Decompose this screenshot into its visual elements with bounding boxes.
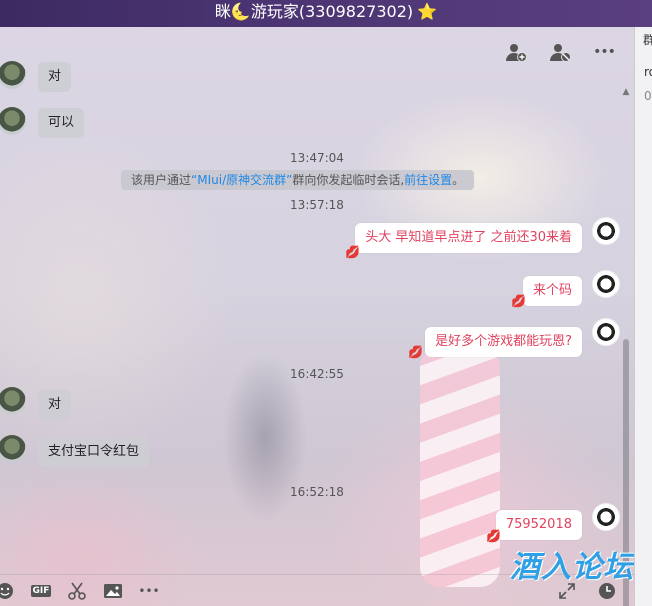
message-bubble: 对 [38,390,72,420]
message-bubble: 头大 早知道早点进了 之前还30来着 [355,223,582,253]
scroll-up-icon[interactable]: ▲ [620,87,632,99]
timestamp: 13:47:04 [290,151,344,165]
window-title: 眯🌜游玩家(3309827302) ⭐ [0,0,652,27]
timestamp: 16:52:18 [290,485,344,499]
notice-text: 群向你发起临时会话, [292,173,405,187]
title-bar: 眯🌜游玩家(3309827302) ⭐ [0,0,652,27]
side-panel-text: ro [644,65,652,79]
chat-actions: ••• [504,41,616,63]
chat-area: ••• 对 可以 13:47:04 该用户通过“MIui/原神交流群”群向你发起… [0,27,634,606]
side-panel-text: 0- [644,89,652,103]
message-bubble: 对 [38,62,72,92]
gif-label: GIF [30,585,52,597]
gif-icon[interactable]: GIF [30,581,52,601]
message-bubble: 来个码 [522,276,582,306]
star-icon: ⭐ [417,2,438,21]
emoji-icon[interactable] [0,581,16,601]
person-add-icon[interactable] [504,41,528,63]
avatar[interactable] [592,503,620,531]
message-bubble: 是好多个游戏都能玩恩? [425,327,582,357]
side-panel: 群 ro 0- [634,27,652,606]
settings-link[interactable]: 前往设置 [404,173,452,187]
expand-icon[interactable] [556,581,578,601]
clock-icon[interactable] [596,581,618,601]
background-decoration [420,347,500,587]
person-block-icon[interactable] [548,41,572,63]
avatar[interactable] [0,435,26,463]
message-bubble: 支付宝口令红包 [38,437,150,467]
notice-text: 该用户通过 [131,173,192,187]
window-title-text: 眯🌜游玩家(3309827302) [214,2,414,21]
avatar[interactable] [0,387,26,415]
background-decoration [205,287,325,587]
lips-icon: 💋 [408,345,423,359]
scissors-icon[interactable] [66,581,88,601]
lips-icon: 💋 [345,245,360,259]
message-bubble: 可以 [38,108,85,138]
lips-icon: 💋 [486,529,501,543]
image-icon[interactable] [102,581,124,601]
message-bubble: 75952018 [495,510,582,540]
chat-scrollbar[interactable]: ▲ [620,87,632,606]
side-panel-text: 群 [643,31,652,48]
system-notice: 该用户通过“MIui/原神交流群”群向你发起临时会话,前往设置。 [121,170,475,190]
avatar[interactable] [592,270,620,298]
avatar[interactable] [0,107,26,135]
timestamp: 16:42:55 [290,367,344,381]
more-icon[interactable]: ••• [592,41,616,63]
avatar[interactable] [592,217,620,245]
more-tools-icon[interactable]: ••• [138,581,160,601]
input-toolbar: GIF ••• [0,574,634,606]
avatar[interactable] [0,61,26,89]
lips-icon: 💋 [511,294,526,308]
notice-text: 。 [452,173,465,187]
timestamp: 13:57:18 [290,198,344,212]
group-link[interactable]: “MIui/原神交流群” [191,173,292,187]
avatar[interactable] [592,318,620,346]
